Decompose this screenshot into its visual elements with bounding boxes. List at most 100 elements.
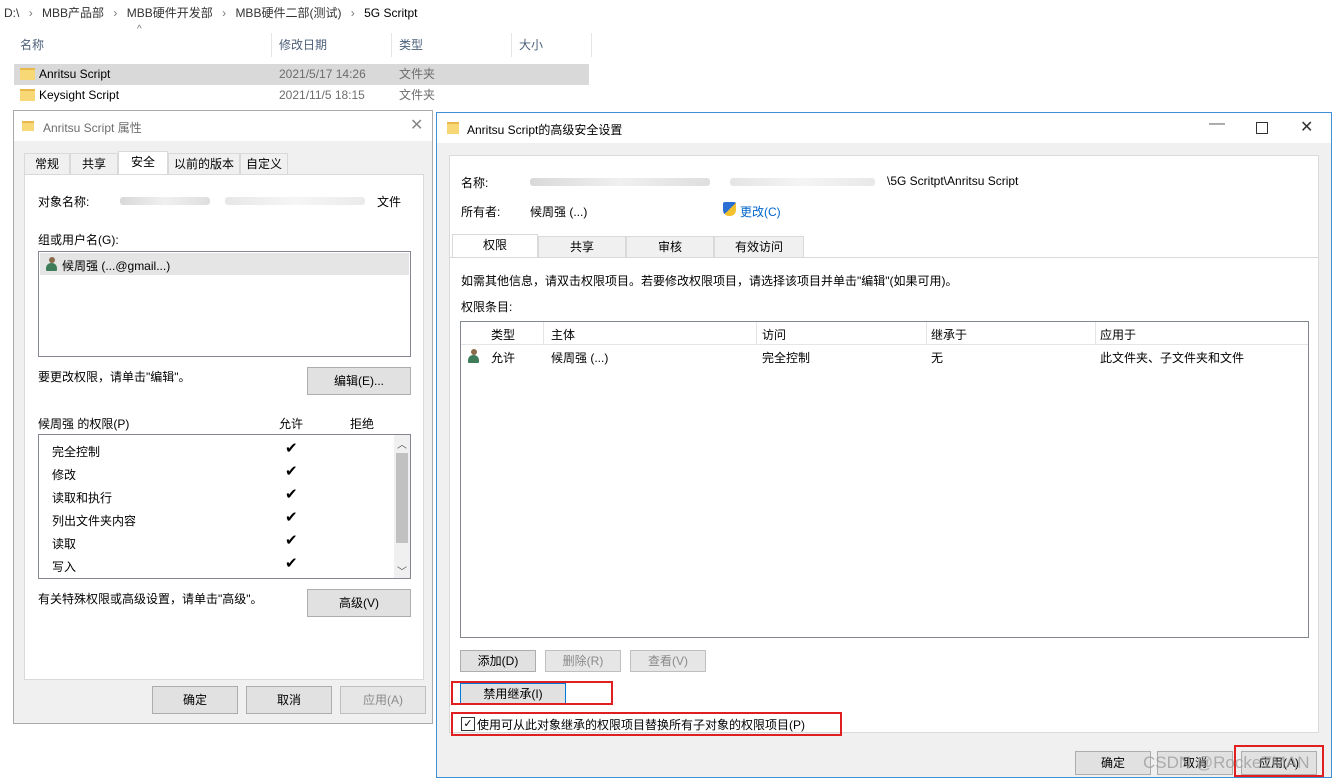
shield-icon	[723, 202, 736, 216]
scrollbar-thumb[interactable]	[396, 453, 408, 543]
folder-icon	[447, 122, 459, 134]
tab-customize[interactable]: 自定义	[240, 153, 288, 175]
folder-icon	[20, 68, 35, 80]
chevron-right-icon: ›	[113, 6, 118, 20]
file-type: 文件夹	[399, 88, 436, 102]
group-label: 组或用户名(G):	[38, 233, 119, 247]
remove-button[interactable]: 删除(R)	[545, 650, 621, 672]
breadcrumb-item[interactable]: D:\	[4, 6, 19, 20]
advanced-panel: 名称: \5G Scritpt\Anritsu Script 所有者: 候周强 …	[449, 155, 1319, 736]
permission-label: 写入	[52, 560, 77, 574]
dialog-title: Anritsu Script的高级安全设置	[467, 123, 623, 137]
scrollbar[interactable]: ︿ ﹀	[394, 435, 410, 578]
column-header[interactable]: 类型	[491, 326, 515, 343]
add-button[interactable]: 添加(D)	[460, 650, 536, 672]
tab-share[interactable]: 共享	[538, 236, 626, 258]
breadcrumb: D:\ › MBB产品部 › MBB硬件开发部 › MBB硬件二部(测试) › …	[4, 4, 417, 21]
chevron-right-icon: ›	[350, 6, 355, 20]
tab-security[interactable]: 安全	[118, 151, 168, 175]
column-header[interactable]: 继承于	[931, 326, 967, 343]
close-icon[interactable]: ✕	[410, 115, 423, 135]
owner-label: 所有者:	[461, 205, 501, 219]
minimize-icon[interactable]: —	[1209, 115, 1225, 133]
redacted-text	[120, 197, 210, 205]
tab-permissions[interactable]: 权限	[452, 234, 538, 258]
advanced-security-dialog: Anritsu Script的高级安全设置 — ✕ 名称: \5G Scritp…	[436, 112, 1332, 778]
scroll-up-icon[interactable]: ︿	[397, 436, 407, 451]
row-applies-to: 此文件夹、子文件夹和文件	[1100, 351, 1245, 365]
dialog-title: Anritsu Script 属性	[43, 121, 142, 135]
redacted-text	[730, 178, 875, 186]
change-owner-link[interactable]: 更改(C)	[740, 203, 781, 220]
file-row[interactable]: Keysight Script 2021/11/5 18:15 文件夹	[14, 85, 589, 106]
user-icon	[46, 257, 57, 271]
column-header[interactable]: 应用于	[1100, 326, 1136, 343]
close-icon[interactable]: ✕	[1300, 117, 1313, 137]
breadcrumb-item[interactable]: MBB产品部	[42, 6, 104, 20]
table-row[interactable]: 允许 候周强 (...) 完全控制 无 此文件夹、子文件夹和文件	[461, 345, 1308, 367]
permission-entries-table[interactable]: 类型 主体 访问 继承于 应用于 允许 候周强 (...) 完全控制 无 此文件…	[460, 321, 1309, 638]
check-icon: ✔	[285, 463, 298, 480]
highlight-box	[451, 681, 613, 705]
allow-header: 允许	[279, 417, 304, 431]
column-header[interactable]: 主体	[551, 326, 575, 343]
group-listbox[interactable]: 候周强 (...@gmail...)	[38, 251, 411, 357]
column-header[interactable]: 访问	[762, 326, 786, 343]
owner-value: 候周强 (...)	[530, 205, 588, 219]
column-header-date[interactable]: 修改日期	[273, 33, 392, 57]
apply-button[interactable]: 应用(A)	[340, 686, 426, 714]
name-value: \5G Scritpt\Anritsu Script	[887, 174, 1019, 188]
check-icon: ✔	[285, 509, 298, 526]
file-date: 2021/11/5 18:15	[279, 88, 365, 102]
advanced-button[interactable]: 高级(V)	[307, 589, 411, 617]
file-name: Keysight Script	[39, 88, 120, 102]
tab-sharing[interactable]: 共享	[70, 153, 118, 175]
file-date: 2021/5/17 14:26	[279, 67, 366, 81]
permission-label: 列出文件夹内容	[52, 514, 137, 528]
file-name: Anritsu Script	[39, 67, 111, 81]
edit-button[interactable]: 编辑(E)...	[307, 367, 411, 395]
row-principal: 候周强 (...)	[551, 351, 609, 365]
row-access: 完全控制	[762, 351, 811, 365]
folder-icon	[20, 89, 35, 101]
scroll-down-icon[interactable]: ﹀	[397, 563, 407, 578]
chevron-right-icon: ›	[222, 6, 227, 20]
highlight-box	[451, 712, 842, 736]
permission-label: 修改	[52, 468, 77, 482]
column-header-name[interactable]: 名称	[14, 33, 272, 57]
ok-button[interactable]: 确定	[152, 686, 238, 714]
name-label: 名称:	[461, 176, 489, 190]
ok-button[interactable]: 确定	[1075, 751, 1151, 775]
redacted-text	[225, 197, 365, 205]
tab-previous-versions[interactable]: 以前的版本	[168, 153, 240, 175]
view-button[interactable]: 查看(V)	[630, 650, 706, 672]
change-hint: 要更改权限，请单击"编辑"。	[38, 370, 191, 384]
column-header-type[interactable]: 类型	[393, 33, 512, 57]
permissions-list: 完全控制 修改 读取和执行 列出文件夹内容 读取 写入 ✔ ✔ ✔ ✔ ✔ ✔ …	[38, 434, 411, 579]
breadcrumb-item[interactable]: MBB硬件二部(测试)	[235, 6, 341, 20]
group-user: 候周强 (...@gmail...)	[62, 259, 171, 273]
row-type: 允许	[491, 351, 516, 365]
security-panel: 对象名称: 文件 组或用户名(G): 候周强 (...@gmail...) 要更…	[24, 174, 424, 680]
check-icon: ✔	[285, 486, 298, 503]
tab-effective-access[interactable]: 有效访问	[714, 236, 804, 258]
table-header: 类型 主体 访问 继承于 应用于	[461, 322, 1308, 345]
user-icon	[468, 349, 479, 363]
tab-auditing[interactable]: 审核	[626, 236, 714, 258]
breadcrumb-item[interactable]: 5G Scritpt	[364, 6, 417, 20]
permission-label: 完全控制	[52, 445, 101, 459]
properties-dialog: Anritsu Script 属性 ✕ 常规 共享 安全 以前的版本 自定义 对…	[13, 110, 433, 724]
breadcrumb-item[interactable]: MBB硬件开发部	[127, 6, 213, 20]
file-explorer: D:\ › MBB产品部 › MBB硬件开发部 › MBB硬件二部(测试) › …	[0, 0, 1334, 110]
chevron-right-icon: ›	[28, 6, 33, 20]
folder-icon	[22, 121, 34, 131]
row-inherited: 无	[931, 351, 944, 365]
list-item[interactable]: 候周强 (...@gmail...)	[40, 253, 409, 275]
column-header-size[interactable]: 大小	[513, 33, 592, 57]
tab-general[interactable]: 常规	[24, 153, 70, 175]
cancel-button[interactable]: 取消	[246, 686, 332, 714]
maximize-icon[interactable]	[1256, 122, 1268, 134]
permissions-header: 候周强 的权限(P)	[38, 417, 130, 431]
special-hint: 有关特殊权限或高级设置，请单击"高级"。	[38, 592, 263, 606]
file-row[interactable]: Anritsu Script 2021/5/17 14:26 文件夹	[14, 64, 589, 85]
